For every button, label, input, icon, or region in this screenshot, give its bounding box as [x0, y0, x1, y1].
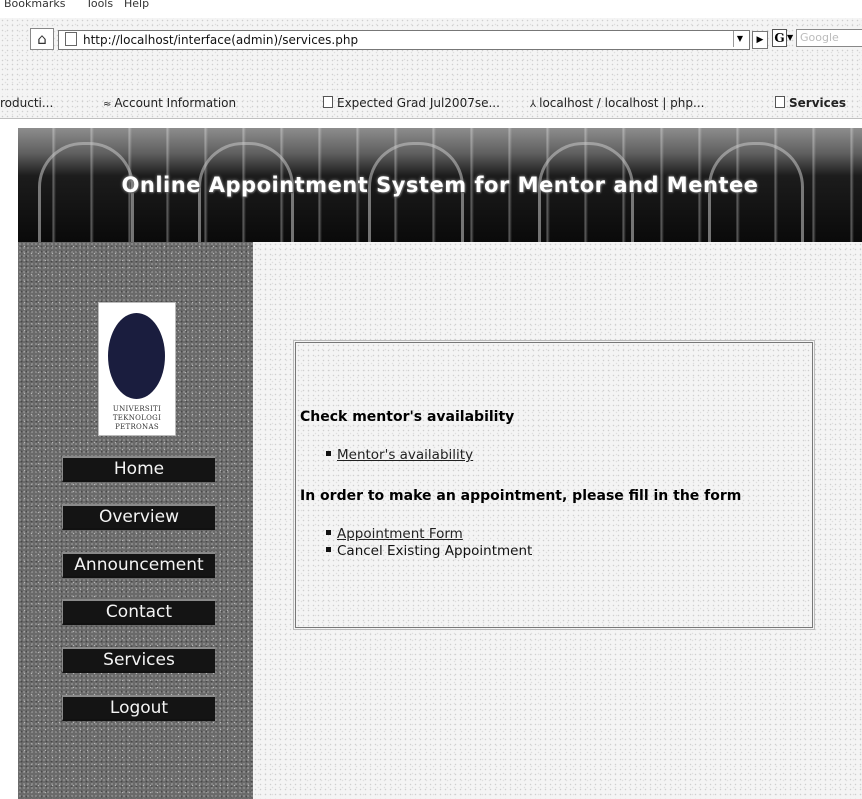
bullet-icon — [326, 530, 331, 535]
university-logo: UNIVERSITI TEKNOLOGI PETRONAS — [98, 302, 176, 436]
menu-bookmarks[interactable]: Bookmarks — [4, 0, 65, 10]
php-favicon-icon: ⅄ — [530, 99, 537, 110]
navigation-toolbar: ⌂ http://localhost/interface(admin)/serv… — [0, 18, 862, 63]
nav-announcement-button[interactable]: Announcement — [62, 552, 215, 578]
nav-home-button[interactable]: Home — [62, 456, 215, 482]
address-dropdown-icon[interactable]: ▼ — [733, 31, 746, 47]
menu-bar: Bookmarks Tools Help — [0, 0, 862, 18]
appointment-heading: In order to make an appointment, please … — [300, 488, 742, 504]
search-input[interactable]: Google — [796, 29, 862, 47]
go-button[interactable]: ▶ — [752, 31, 768, 49]
page-icon — [323, 96, 333, 108]
page-icon — [775, 96, 785, 108]
site-banner: Online Appointment System for Mentor and… — [18, 128, 862, 242]
availability-heading: Check mentor's availability — [300, 409, 515, 425]
address-bar[interactable]: http://localhost/interface(admin)/servic… — [58, 30, 750, 50]
google-search-icon[interactable]: G — [772, 29, 787, 47]
nav-overview-button[interactable]: Overview — [62, 504, 215, 530]
bullet-icon — [326, 451, 331, 456]
menu-help[interactable]: Help — [124, 0, 149, 10]
bookmarks-toolbar: roducti... ≈ Account Information Expected… — [0, 94, 862, 119]
nav-services-button[interactable]: Services — [62, 647, 215, 673]
bookmark-localhost-php[interactable]: ⅄ localhost / localhost | php... — [530, 96, 704, 110]
list-item: Appointment Form — [326, 526, 463, 542]
banner-title: Online Appointment System for Mentor and… — [121, 173, 759, 197]
list-item: Cancel Existing Appointment — [326, 543, 532, 559]
logo-emblem-icon — [108, 313, 165, 399]
bookmark-item[interactable]: roducti... — [0, 96, 53, 110]
mentor-availability-link[interactable]: Mentor's availability — [337, 447, 473, 463]
address-url: http://localhost/interface(admin)/servic… — [83, 33, 359, 47]
sidebar: UNIVERSITI TEKNOLOGI PETRONAS Home Overv… — [18, 242, 253, 799]
nav-logout-button[interactable]: Logout — [62, 695, 215, 721]
list-item: Mentor's availability — [326, 447, 473, 463]
bookmark-favicon-icon: ≈ — [103, 99, 112, 110]
bookmark-account-information[interactable]: ≈ Account Information — [103, 96, 236, 110]
logo-text: UNIVERSITI TEKNOLOGI PETRONAS — [112, 405, 162, 431]
toolbar-spacer — [0, 62, 862, 94]
search-engine-dropdown-icon[interactable]: ▼ — [787, 29, 793, 47]
home-icon[interactable]: ⌂ — [30, 28, 54, 50]
cancel-appointment-text: Cancel Existing Appointment — [337, 543, 533, 559]
nav-contact-button[interactable]: Contact — [62, 599, 215, 625]
page-icon — [65, 32, 77, 46]
appointment-form-link[interactable]: Appointment Form — [337, 526, 463, 542]
bullet-icon — [326, 547, 331, 552]
bookmark-services[interactable]: Services — [775, 96, 846, 110]
services-panel: Check mentor's availability Mentor's ava… — [293, 340, 815, 630]
menu-tools[interactable]: Tools — [86, 0, 113, 10]
main-content: Check mentor's availability Mentor's ava… — [253, 242, 862, 799]
bookmark-expected-grad[interactable]: Expected Grad Jul2007se... — [323, 96, 500, 110]
